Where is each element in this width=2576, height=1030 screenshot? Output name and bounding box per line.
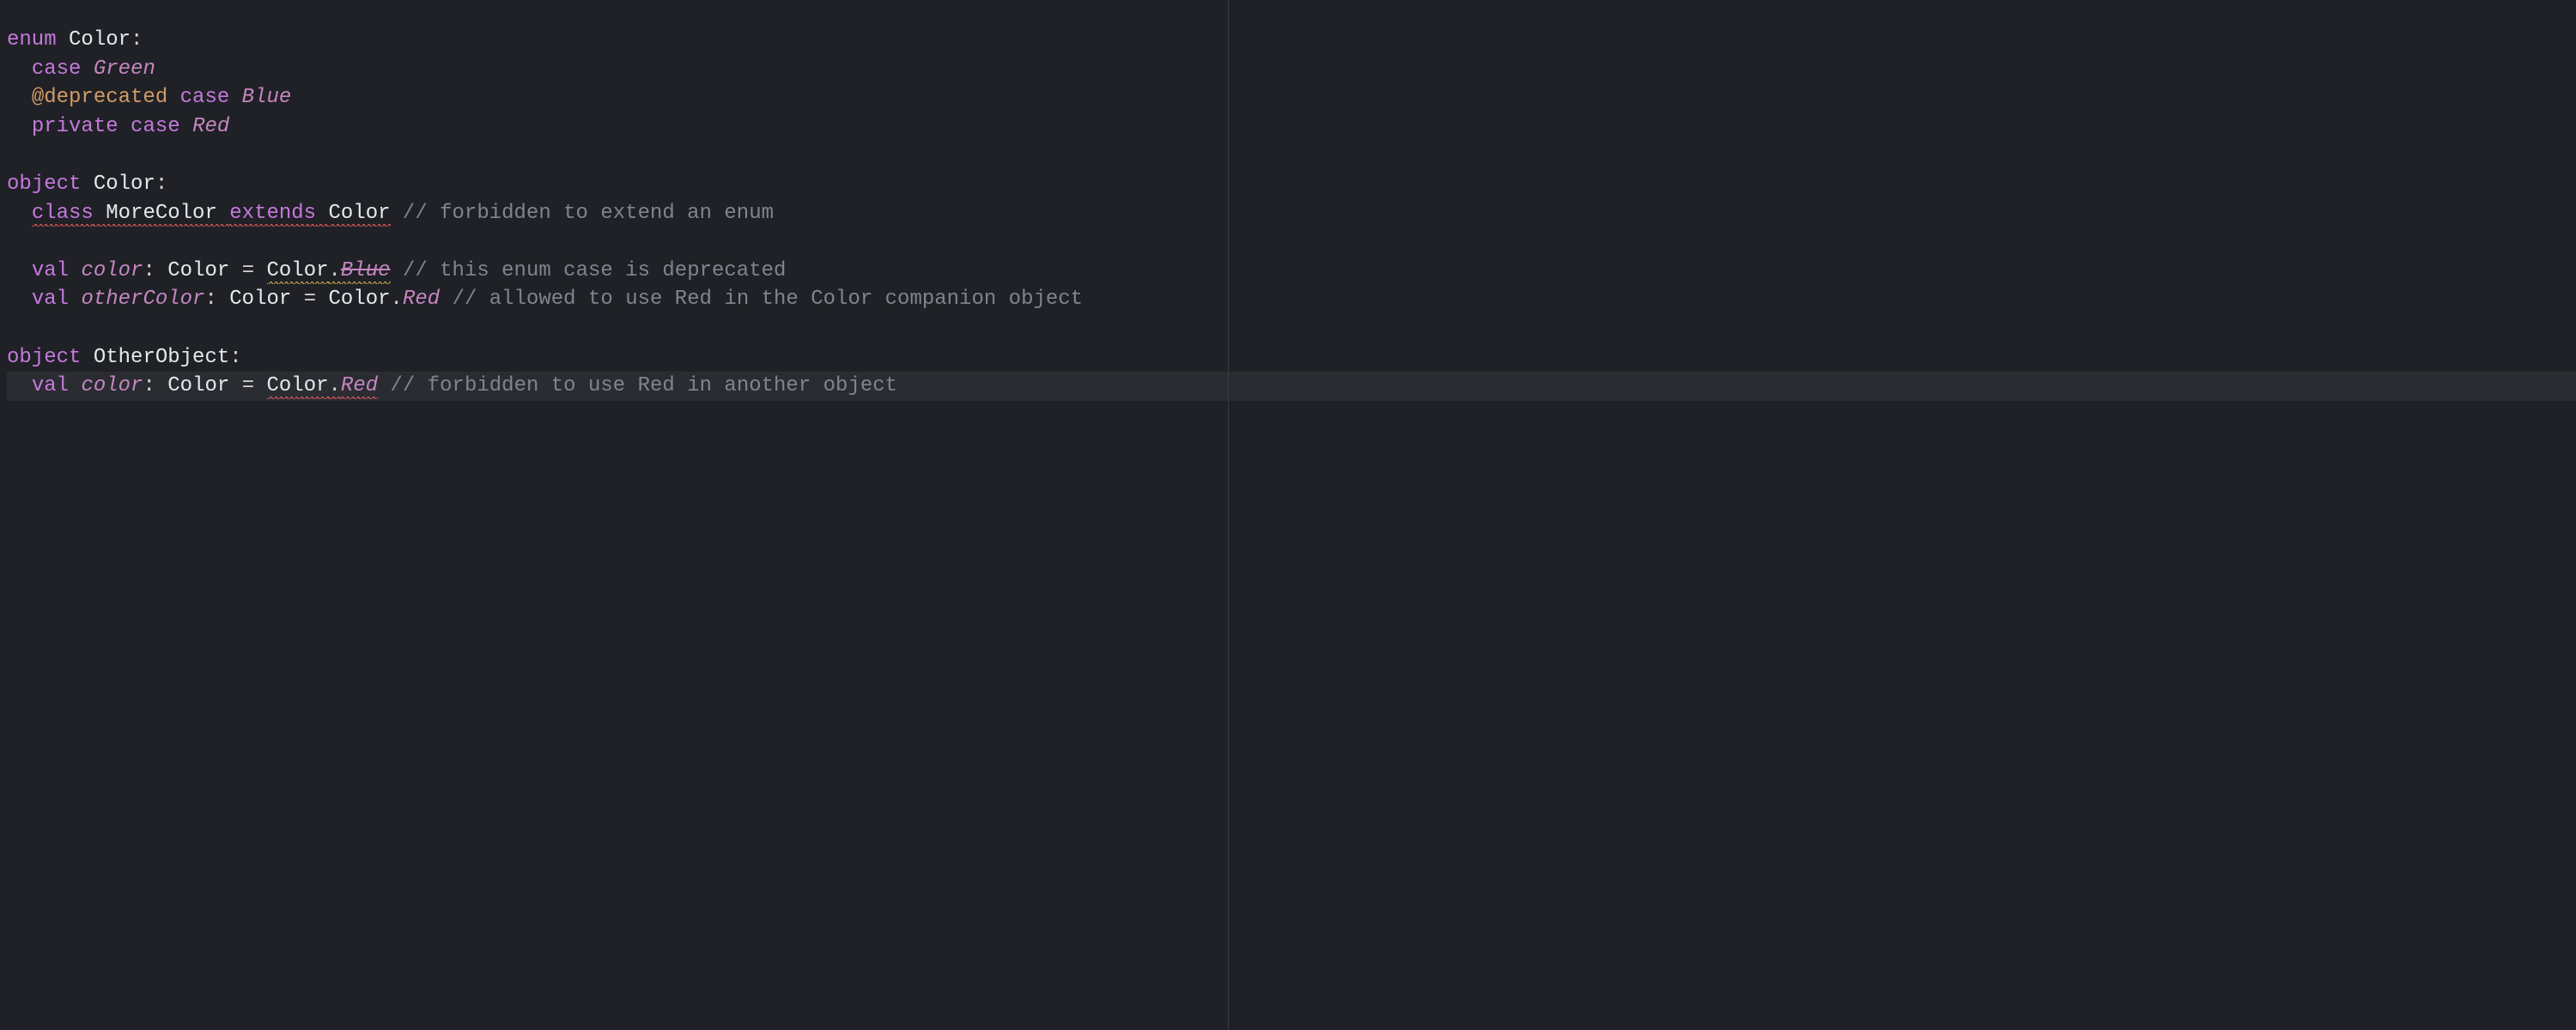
colon: :	[143, 374, 155, 397]
space	[391, 259, 403, 282]
code-line-active[interactable]: val color: Color = Color.Red // forbidde…	[7, 372, 2576, 401]
space	[229, 86, 241, 109]
indent	[7, 115, 32, 138]
member-red-error: Red	[341, 374, 378, 399]
indent	[7, 202, 32, 225]
comment: // allowed to use Red in the Color compa…	[453, 288, 1084, 311]
keyword-extends: extends	[229, 202, 316, 227]
comment: // this enum case is deprecated	[403, 259, 786, 282]
enum-case-red: Red	[192, 115, 229, 138]
code-line[interactable]: case Green	[7, 55, 2576, 84]
val-name: color	[81, 259, 143, 282]
space	[254, 259, 266, 282]
type-annotation: Color	[167, 259, 229, 282]
space	[254, 374, 266, 397]
space	[217, 202, 229, 227]
comment: // forbidden to use Red in another objec…	[391, 374, 898, 397]
space	[291, 288, 303, 311]
val-name: otherColor	[81, 288, 204, 311]
keyword-case: case	[131, 115, 180, 138]
object-name: OtherObject	[94, 346, 229, 369]
space	[81, 173, 93, 196]
space	[391, 202, 403, 225]
qualifier: Color	[267, 259, 329, 284]
indent	[7, 374, 32, 397]
dot: .	[329, 374, 341, 399]
equals: =	[242, 374, 254, 397]
blank-line[interactable]	[7, 141, 2576, 170]
enum-case-green: Green	[94, 58, 155, 81]
type-annotation: Color	[229, 288, 291, 311]
space	[118, 115, 131, 138]
space	[167, 86, 179, 109]
keyword-class: class	[32, 202, 94, 227]
space	[316, 288, 328, 311]
colon: :	[229, 346, 241, 369]
right-margin-guide	[1228, 0, 1229, 1030]
space	[316, 202, 328, 227]
code-line[interactable]: enum Color:	[7, 26, 2576, 55]
code-line[interactable]: val color: Color = Color.Blue // this en…	[7, 257, 2576, 286]
type-annotation: Color	[167, 374, 229, 397]
colon: :	[131, 28, 143, 52]
equals: =	[304, 288, 316, 311]
code-line[interactable]: object Color:	[7, 170, 2576, 199]
space	[440, 288, 452, 311]
code-line[interactable]: object OtherObject:	[7, 343, 2576, 373]
equals: =	[242, 259, 254, 282]
space	[155, 259, 167, 282]
dot: .	[391, 288, 403, 311]
space	[229, 374, 241, 397]
space	[217, 288, 229, 311]
space	[378, 374, 390, 397]
colon: :	[155, 173, 167, 196]
indent	[7, 259, 32, 282]
space	[94, 202, 106, 227]
indent	[7, 288, 32, 311]
space	[69, 288, 81, 311]
space	[155, 374, 167, 397]
type-name: Color	[69, 28, 131, 52]
keyword-case: case	[32, 58, 82, 81]
annotation-deprecated: @deprecated	[32, 86, 167, 109]
space	[81, 58, 93, 81]
dot: .	[329, 259, 341, 284]
member-red: Red	[403, 288, 440, 311]
qualifier: Color	[329, 288, 391, 311]
keyword-val: val	[32, 259, 69, 282]
space	[69, 374, 81, 397]
comment: // forbidden to extend an enum	[403, 202, 774, 225]
code-line[interactable]: val otherColor: Color = Color.Red // all…	[7, 285, 2576, 314]
blank-line[interactable]	[7, 314, 2576, 343]
code-line[interactable]: private case Red	[7, 112, 2576, 142]
space	[81, 346, 93, 369]
space	[69, 259, 81, 282]
qualifier: Color	[267, 374, 329, 399]
class-name: MoreColor	[106, 202, 217, 227]
code-line[interactable]: class MoreColor extends Color // forbidd…	[7, 199, 2576, 228]
indent	[7, 58, 32, 81]
keyword-val: val	[32, 374, 69, 397]
keyword-private: private	[32, 115, 118, 138]
indent	[7, 86, 32, 109]
keyword-object: object	[7, 346, 81, 369]
space	[229, 259, 241, 282]
type-name: Color	[94, 173, 155, 196]
member-blue-deprecated: Blue	[341, 259, 391, 284]
keyword-case: case	[180, 86, 230, 109]
space	[57, 28, 69, 52]
space	[180, 115, 192, 138]
colon: :	[143, 259, 155, 282]
code-line[interactable]: @deprecated case Blue	[7, 83, 2576, 112]
enum-case-blue: Blue	[242, 86, 292, 109]
blank-line[interactable]	[7, 227, 2576, 257]
keyword-val: val	[32, 288, 69, 311]
keyword-enum: enum	[7, 28, 57, 52]
colon: :	[204, 288, 216, 311]
val-name: color	[81, 374, 143, 397]
super-type: Color	[329, 202, 391, 227]
code-editor[interactable]: enum Color: case Green @deprecated case …	[0, 0, 2576, 1030]
keyword-object: object	[7, 173, 81, 196]
